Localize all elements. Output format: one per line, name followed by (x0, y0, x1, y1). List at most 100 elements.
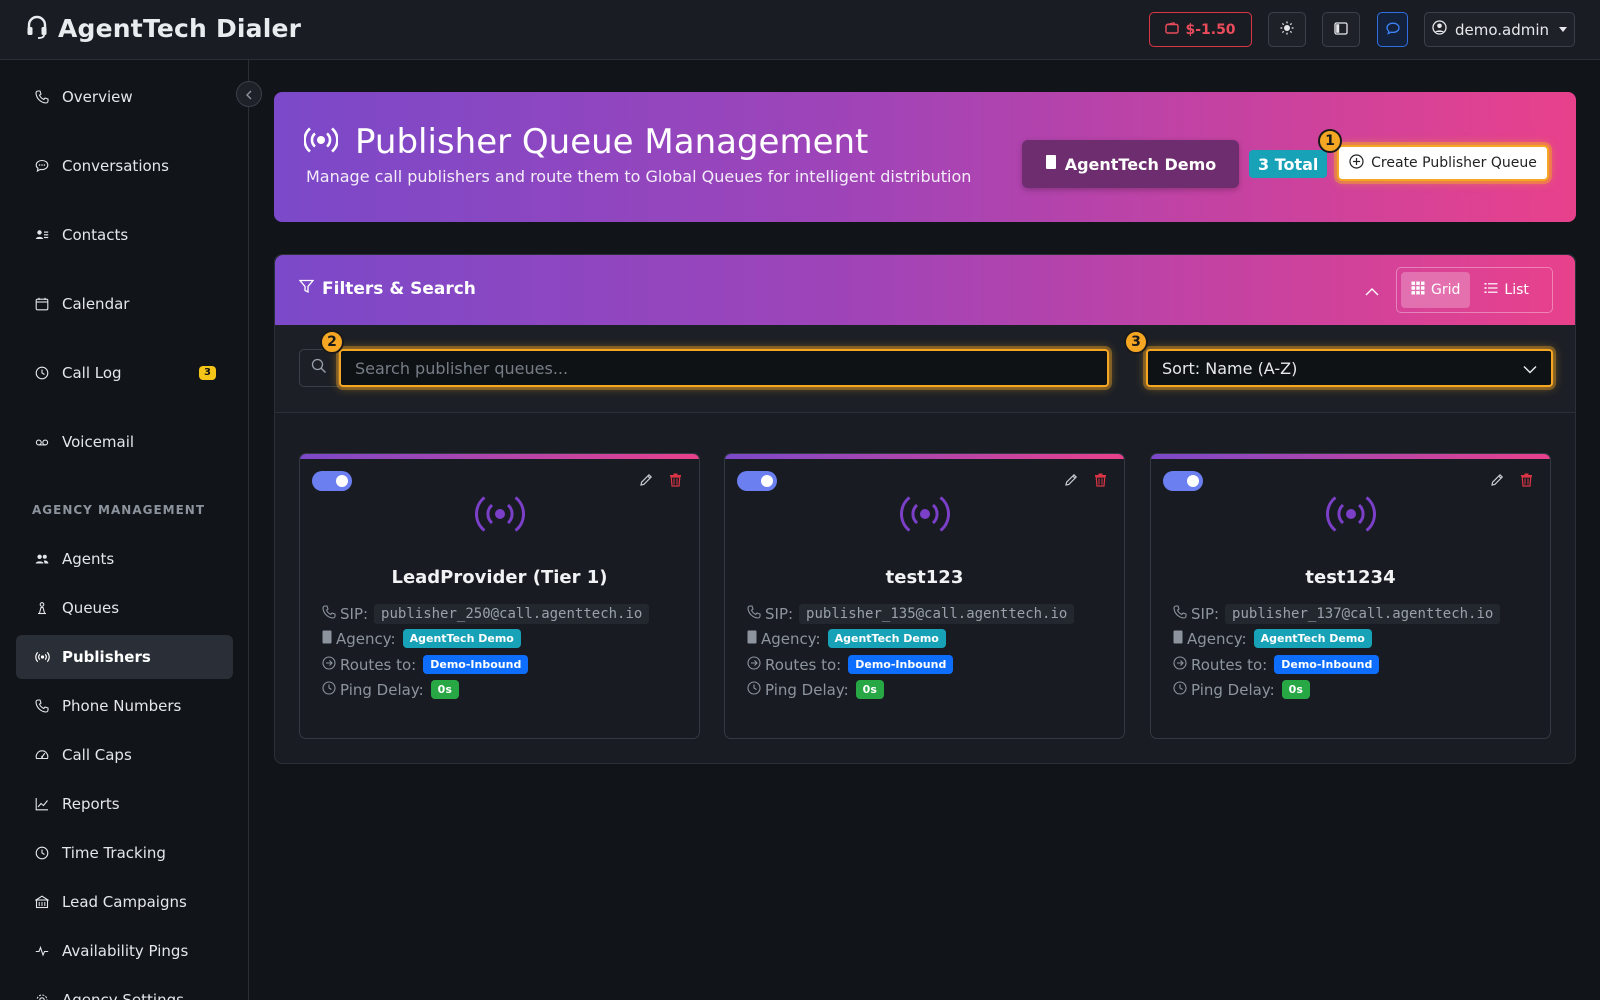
enabled-toggle[interactable] (1163, 471, 1203, 491)
route-badge: Demo-Inbound (848, 655, 954, 674)
ping-delay-badge: 0s (430, 680, 459, 699)
arrow-right-circle-icon (1173, 655, 1187, 674)
sidebar-item-agency-settings[interactable]: Agency Settings (16, 978, 233, 1000)
list-view-button[interactable]: List (1474, 272, 1538, 308)
ping-delay-row: Ping Delay: 0s (1173, 680, 1310, 699)
sip-label: SIP: (1191, 605, 1220, 623)
create-publisher-queue-button[interactable]: Create Publisher Queue (1337, 145, 1549, 181)
ping-delay-badge: 0s (1281, 680, 1310, 699)
sip-address: publisher_250@call.agenttech.io (374, 604, 650, 624)
sidebar-item-contacts[interactable]: Contacts (16, 213, 233, 257)
sidebar-item-label: Voicemail (62, 433, 135, 451)
sidebar-item-label: Publishers (62, 648, 151, 666)
chevron-up-icon[interactable] (1365, 281, 1379, 300)
publisher-card: test123 SIP: publisher_135@call.agenttec… (724, 453, 1125, 739)
sidebar-item-conversations[interactable]: Conversations (16, 144, 233, 188)
agency-label: Agency: (761, 629, 821, 648)
building-icon (34, 894, 50, 910)
balance-button[interactable]: $-1.50 (1149, 12, 1252, 47)
broadcast-icon (34, 649, 50, 665)
enabled-toggle[interactable] (737, 471, 777, 491)
sidebar-collapse-button[interactable] (236, 81, 262, 107)
phone-icon (322, 605, 336, 623)
search-input[interactable] (339, 349, 1109, 387)
top-bar: AgentTech Dialer $-1.50 demo.admin (0, 0, 1600, 60)
chat-icon (1385, 20, 1400, 39)
headset-icon (26, 15, 48, 43)
chevron-down-icon (1523, 359, 1537, 378)
pencil-icon[interactable] (639, 472, 653, 491)
total-count-badge: 3 Total (1249, 150, 1328, 178)
sidebar-item-queues[interactable]: Queues (16, 586, 233, 630)
pencil-icon[interactable] (1064, 472, 1078, 491)
sip-address: publisher_137@call.agenttech.io (1225, 604, 1501, 624)
agency-label: Agency: (1187, 629, 1247, 648)
trash-icon[interactable] (669, 472, 682, 491)
sidebar-item-publishers[interactable]: Publishers (16, 635, 233, 679)
plus-circle-icon (1349, 153, 1364, 173)
agency-badge: AgentTech Demo (1253, 629, 1372, 648)
grid-view-label: Grid (1431, 282, 1461, 298)
grid-view-button[interactable]: Grid (1401, 272, 1471, 308)
search-icon (311, 358, 327, 378)
clock-icon (322, 680, 336, 699)
user-menu-button[interactable]: demo.admin (1424, 12, 1575, 47)
sip-label: SIP: (340, 605, 369, 623)
publisher-name: test123 (885, 567, 964, 588)
ping-delay-label: Ping Delay: (340, 680, 424, 699)
funnel-icon (298, 279, 315, 299)
list-view-label: List (1504, 282, 1529, 298)
sidebar-item-agents[interactable]: Agents (16, 537, 233, 581)
phone-icon (34, 698, 50, 714)
building-icon (1173, 630, 1183, 648)
sip-address: publisher_135@call.agenttech.io (799, 604, 1075, 624)
filters-panel: Filters & Search Grid List Search publis… (274, 254, 1576, 764)
phone-icon (747, 605, 761, 623)
trash-icon[interactable] (1520, 472, 1533, 491)
pulse-icon (34, 943, 50, 959)
app-title: AgentTech Dialer (58, 14, 302, 43)
brand[interactable]: AgentTech Dialer (26, 14, 301, 43)
card-accent-bar (1151, 454, 1550, 459)
filters-title[interactable]: Filters & Search (298, 279, 476, 299)
trash-icon[interactable] (1094, 472, 1107, 491)
ping-delay-badge: 0s (855, 680, 884, 699)
sidebar-item-calendar[interactable]: Calendar (16, 282, 233, 326)
sidebar-item-label: Agents (62, 550, 115, 568)
chat-button[interactable] (1377, 12, 1408, 47)
sip-row: SIP: publisher_250@call.agenttech.io (322, 604, 650, 624)
sidebar-item-availability-pings[interactable]: Availability Pings (16, 929, 233, 973)
sidebar-item-call-caps[interactable]: Call Caps (16, 733, 233, 777)
routes-row: Routes to: Demo-Inbound (322, 655, 529, 674)
agency-badge: AgentTech Demo (402, 629, 521, 648)
sidebar-item-overview[interactable]: Overview (16, 75, 233, 119)
sidebar-item-phone-numbers[interactable]: Phone Numbers (16, 684, 233, 728)
enabled-toggle[interactable] (312, 471, 352, 491)
calendar-icon (34, 296, 50, 312)
sidebar-item-label: Conversations (62, 157, 169, 175)
sidebar-item-reports[interactable]: Reports (16, 782, 233, 826)
sort-select[interactable]: Sort: Name (A-Z) (1146, 349, 1553, 387)
pencil-icon[interactable] (1490, 472, 1504, 491)
sidebar-layout-icon (1334, 20, 1348, 39)
layout-toggle-button[interactable] (1322, 12, 1360, 47)
agency-label: Agency: (336, 629, 396, 648)
sidebar-item-call-log[interactable]: Call Log 3 (16, 351, 233, 395)
publisher-name: test1234 (1305, 567, 1396, 588)
publisher-card: LeadProvider (Tier 1) SIP: publisher_250… (299, 453, 700, 739)
grid-icon (1411, 281, 1425, 299)
theme-toggle-button[interactable] (1268, 12, 1306, 47)
card-accent-bar (725, 454, 1124, 459)
publisher-name: LeadProvider (Tier 1) (391, 567, 608, 588)
sidebar-item-time-tracking[interactable]: Time Tracking (16, 831, 233, 875)
agency-button[interactable]: AgentTech Demo (1022, 140, 1239, 188)
agency-badge: AgentTech Demo (827, 629, 946, 648)
agency-button-label: AgentTech Demo (1064, 154, 1217, 174)
routes-label: Routes to: (1191, 655, 1268, 674)
sidebar-item-voicemail[interactable]: Voicemail (16, 420, 233, 464)
clock-icon (1173, 680, 1187, 699)
sidebar-item-label: Calendar (62, 295, 130, 313)
sidebar-item-label: Time Tracking (62, 844, 166, 862)
sidebar-item-lead-campaigns[interactable]: Lead Campaigns (16, 880, 233, 924)
phone-icon (34, 89, 50, 105)
